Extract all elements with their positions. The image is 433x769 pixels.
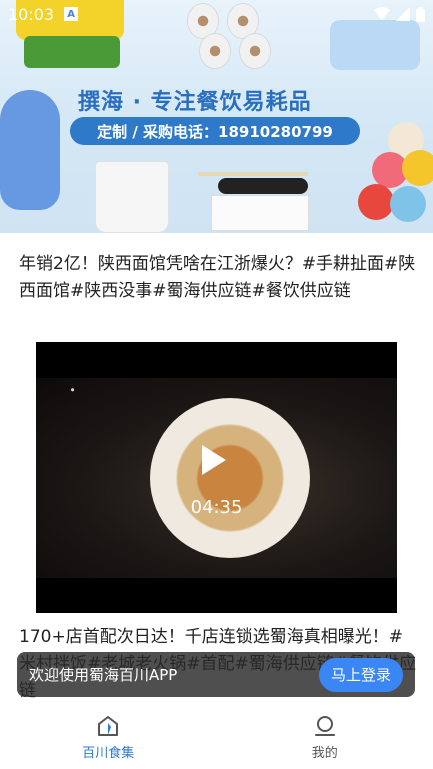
noodle-bowl-image bbox=[150, 398, 310, 558]
promo-banner[interactable]: 撰海 · 专注餐饮易耗品 定制 / 采购电话：18910280799 bbox=[0, 0, 433, 233]
video-duration: 04:35 bbox=[190, 497, 243, 518]
nav-item-home[interactable]: 百川食集 bbox=[0, 706, 217, 769]
paper-cup-image bbox=[96, 162, 168, 232]
status-time: 10:03 bbox=[8, 4, 55, 24]
nav-label-profile: 我的 bbox=[311, 746, 338, 761]
play-icon[interactable] bbox=[202, 445, 226, 475]
wifi-icon bbox=[374, 7, 390, 20]
wrap-roll-image bbox=[240, 34, 270, 68]
profile-icon bbox=[314, 716, 335, 736]
towel-image bbox=[358, 184, 394, 220]
glove-image bbox=[0, 90, 60, 210]
sponge-pad-image bbox=[24, 36, 120, 68]
status-bar: 10:03 A bbox=[0, 0, 433, 28]
battery-icon bbox=[416, 6, 425, 22]
login-message: 欢迎使用蜀海百川APP bbox=[29, 666, 178, 684]
bottom-navigation: 百川食集 我的 bbox=[0, 706, 433, 769]
video-thumbnail: · bbox=[36, 378, 397, 578]
banner-phone: 定制 / 采购电话：18910280799 bbox=[70, 117, 360, 145]
spoon-image bbox=[218, 178, 308, 194]
towel-image bbox=[402, 150, 433, 186]
nav-label-home: 百川食集 bbox=[82, 746, 135, 761]
nav-item-profile[interactable]: 我的 bbox=[217, 706, 433, 769]
login-prompt: 欢迎使用蜀海百川APP 马上登录 bbox=[17, 652, 415, 697]
wrap-roll-image bbox=[200, 34, 230, 68]
chopsticks-image bbox=[198, 172, 308, 176]
home-icon bbox=[98, 716, 119, 736]
banner-headline: 撰海 · 专注餐饮易耗品 bbox=[78, 90, 312, 115]
video-player[interactable]: · 04:35 bbox=[36, 342, 397, 613]
login-button[interactable]: 马上登录 bbox=[318, 657, 403, 692]
app-notification-icon: A bbox=[64, 7, 79, 21]
calligraphy-decoration: · bbox=[58, 386, 86, 398]
packet-image bbox=[212, 196, 308, 230]
signal-icon bbox=[396, 7, 410, 21]
towel-image bbox=[390, 186, 426, 222]
app-screen: 撰海 · 专注餐饮易耗品 定制 / 采购电话：18910280799 10:03… bbox=[0, 0, 433, 769]
article-title[interactable]: 年销2亿！陕西面馆凭啥在江浙爆火？#手耕扯面#陕西面馆#陕西没事#蜀海供应链#餐… bbox=[19, 251, 417, 305]
